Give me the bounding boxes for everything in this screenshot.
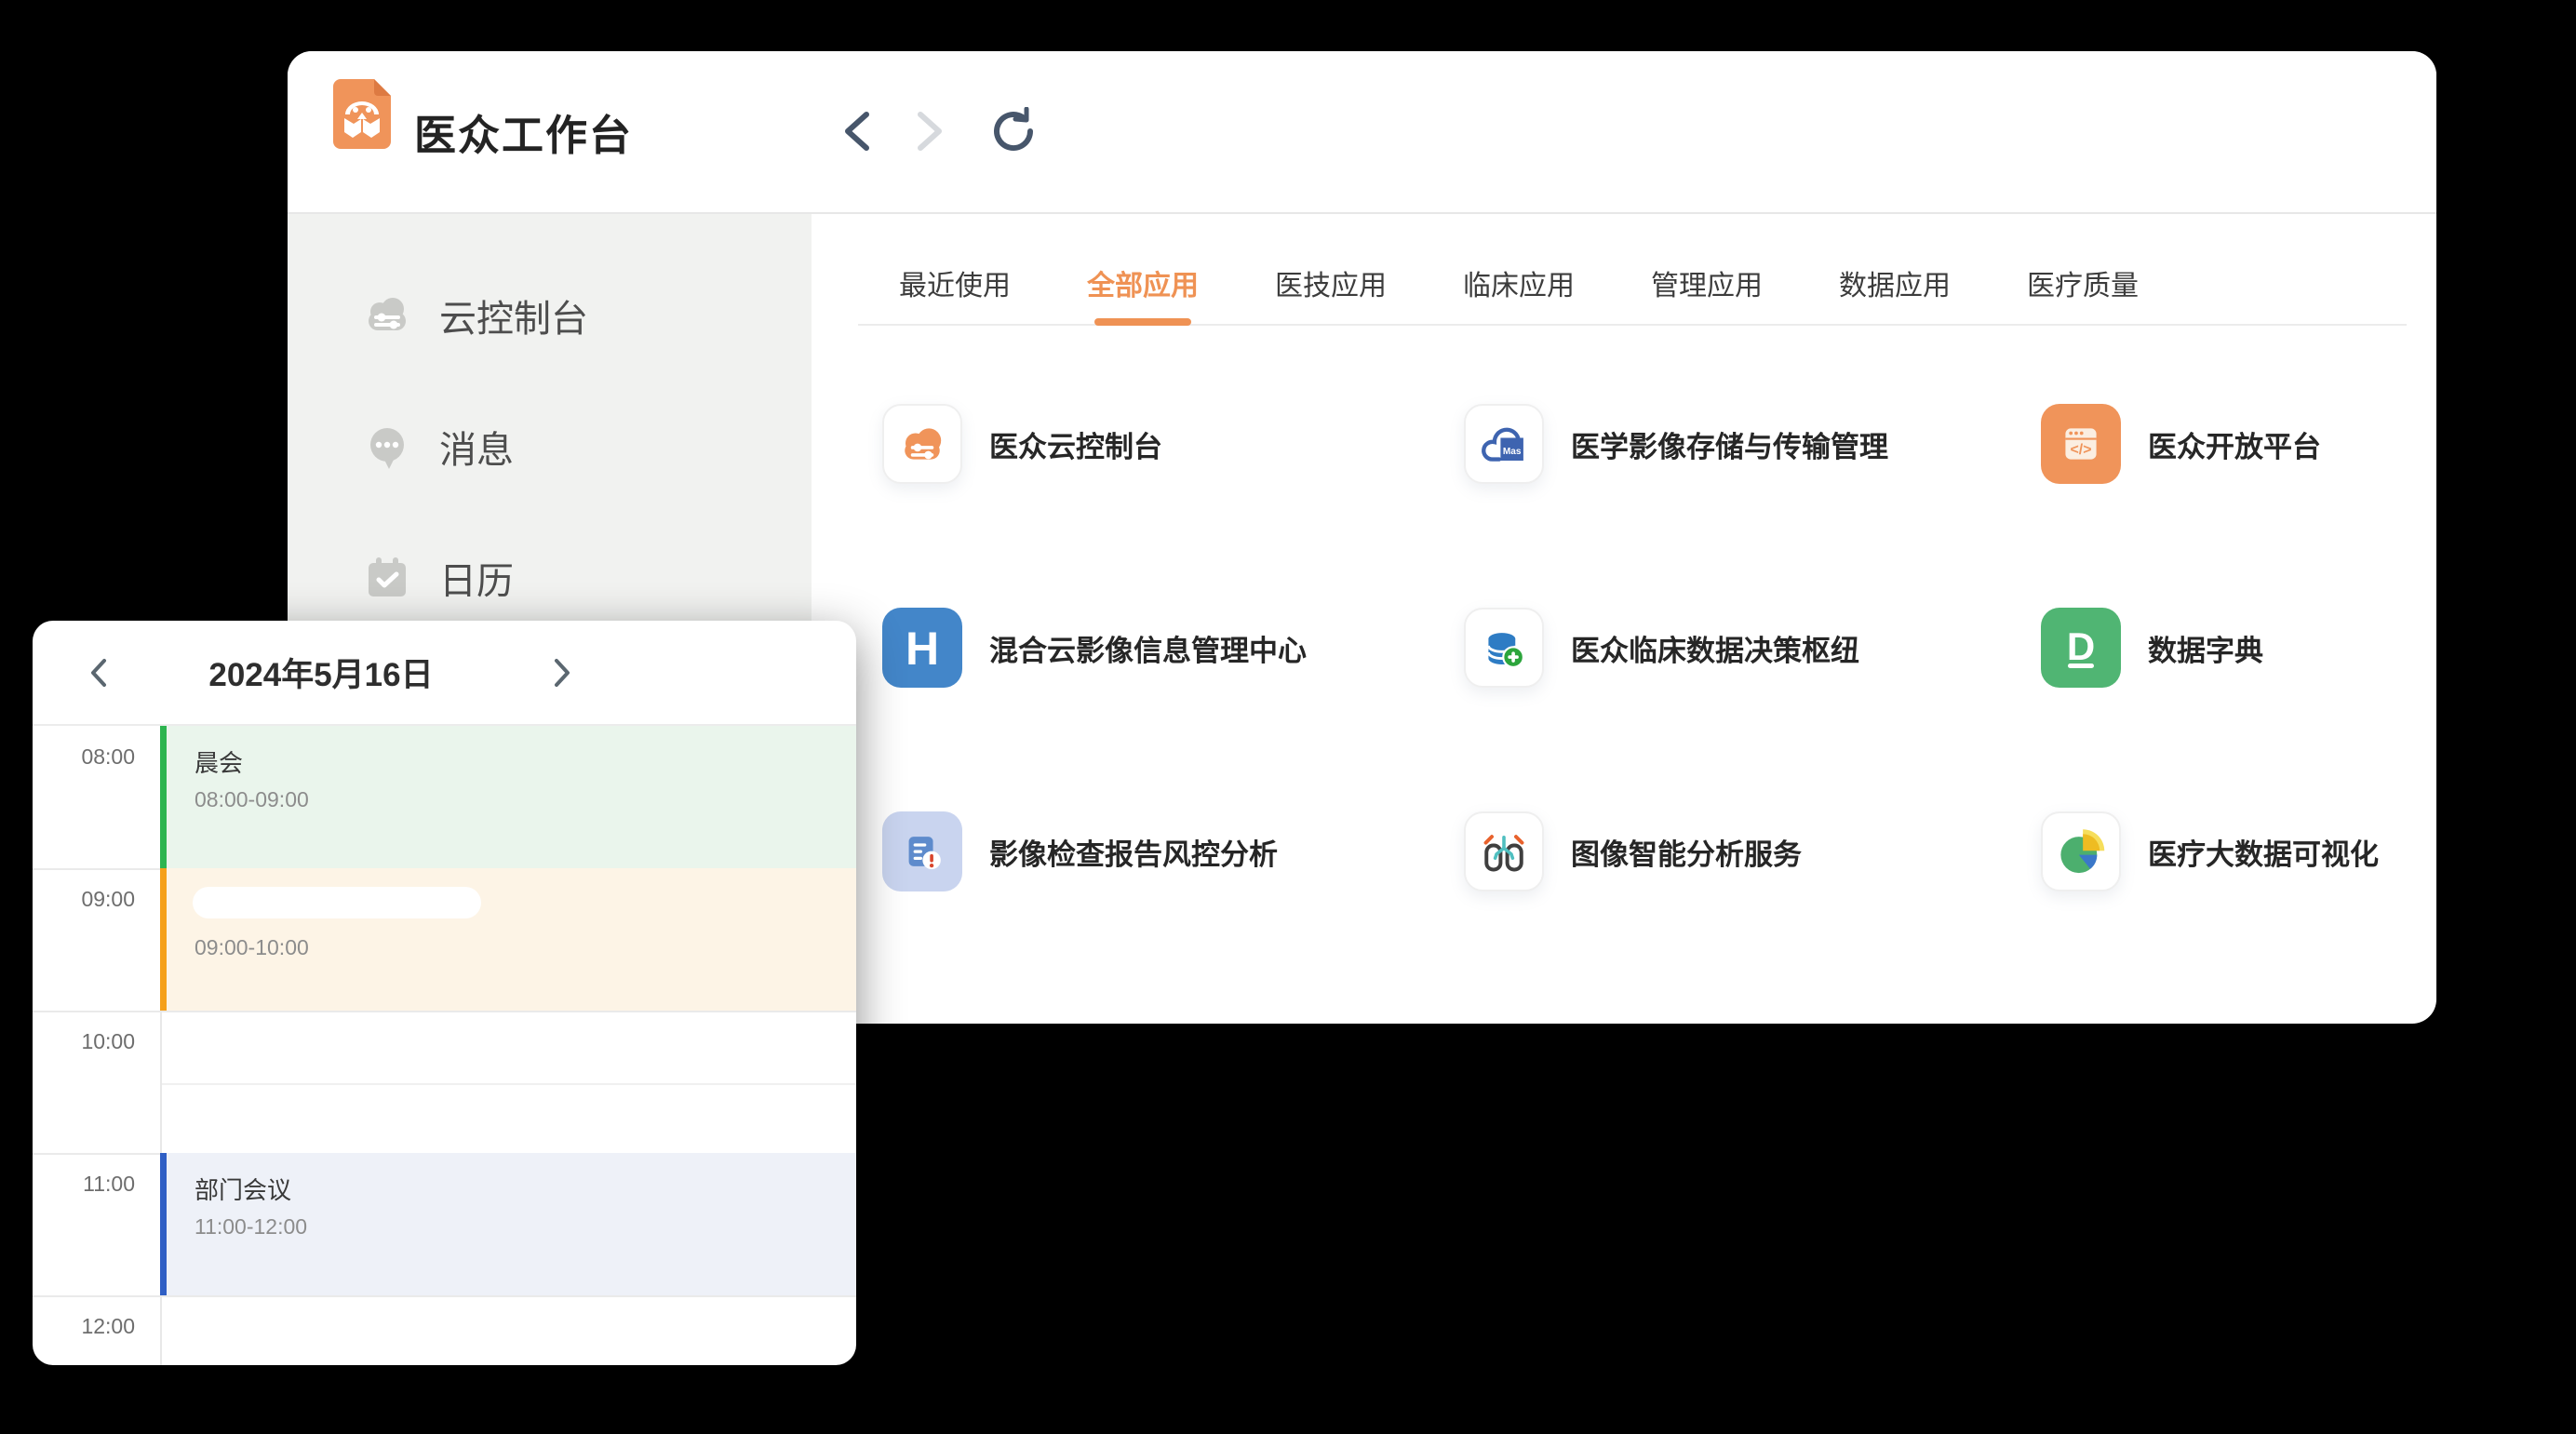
app-label: 混合云影像信息管理中心 (989, 627, 1307, 669)
app-grid: 医众云控制台 Mas 医学影像存储与传输管理 (882, 404, 2436, 891)
calendar-prev-day-button[interactable] (70, 621, 126, 724)
hour-row (33, 1295, 856, 1365)
sidebar-item-label: 云控制台 (439, 288, 588, 342)
svg-text:Mas: Mas (1503, 447, 1522, 457)
time-label: 10:00 (33, 1029, 135, 1054)
content-area: 最近使用 全部应用 医技应用 临床应用 管理应用 数据应用 医疗质量 (812, 214, 2436, 1024)
message-bubble-icon (361, 421, 413, 473)
calendar-check-icon (361, 552, 413, 604)
app-clinical-data-hub[interactable]: 医众临床数据决策枢纽 (1464, 608, 2041, 688)
tabs-divider (858, 324, 2407, 326)
event-masked[interactable]: 09:00-10:00 (160, 868, 856, 1011)
report-alert-icon (882, 811, 962, 891)
database-plus-icon (1464, 608, 1544, 688)
svg-text:D: D (2067, 624, 2095, 668)
app-logo-icon (333, 79, 391, 149)
event-title: 晨会 (195, 744, 856, 779)
svg-text:H: H (906, 623, 939, 675)
lungs-icon (1464, 811, 1544, 891)
app-title: 医众工作台 (414, 51, 633, 212)
tab-medtech-apps[interactable]: 医技应用 (1275, 262, 1387, 324)
letter-h-icon: H (882, 608, 962, 688)
calendar-next-day-button[interactable] (535, 621, 591, 724)
cloud-sliders-icon (882, 404, 962, 484)
sidebar-item-cloud-console[interactable]: 云控制台 (288, 249, 812, 381)
app-label: 医众云控制台 (989, 423, 1162, 465)
refresh-button[interactable] (987, 105, 1040, 157)
time-label: 08:00 (33, 744, 135, 770)
time-label: 11:00 (33, 1172, 135, 1197)
app-label: 医疗大数据可视化 (2148, 831, 2379, 873)
calendar-panel: 2024年5月16日 08:00 09:00 10:00 11:00 12:00… (33, 621, 856, 1365)
forward-button[interactable] (905, 105, 957, 157)
app-big-data-visualization[interactable]: 医疗大数据可视化 (2041, 811, 2436, 891)
sidebar-item-messages[interactable]: 消息 (288, 381, 812, 512)
title-bar: 医众工作台 (288, 51, 2436, 214)
app-hybrid-cloud-imaging[interactable]: H 混合云影像信息管理中心 (882, 608, 1464, 688)
tab-recently-used[interactable]: 最近使用 (899, 262, 1011, 324)
sidebar-item-label: 日历 (439, 551, 514, 605)
app-imaging-storage[interactable]: Mas 医学影像存储与传输管理 (1464, 404, 2041, 484)
tab-management-apps[interactable]: 管理应用 (1651, 262, 1763, 324)
app-cloud-console[interactable]: 医众云控制台 (882, 404, 1464, 484)
calendar-header: 2024年5月16日 (33, 621, 856, 726)
code-window-icon: </> (2041, 404, 2121, 484)
hour-row (33, 1011, 856, 1153)
back-button[interactable] (830, 105, 882, 157)
app-label: 医众临床数据决策枢纽 (1571, 627, 1859, 669)
calendar-day-view: 08:00 09:00 10:00 11:00 12:00 晨会 08:00-0… (33, 726, 856, 1365)
time-label: 12:00 (33, 1314, 135, 1339)
app-label: 图像智能分析服务 (1571, 831, 1802, 873)
tab-data-apps[interactable]: 数据应用 (1839, 262, 1951, 324)
svg-text:</>: </> (2071, 442, 2092, 458)
event-morning-meeting[interactable]: 晨会 08:00-09:00 (160, 726, 856, 868)
calendar-date: 2024年5月16日 (144, 621, 498, 724)
app-image-ai-analysis[interactable]: 图像智能分析服务 (1464, 811, 2041, 891)
cloud-settings-icon (361, 289, 413, 342)
tab-all-apps[interactable]: 全部应用 (1087, 262, 1199, 324)
masked-event-title (193, 887, 481, 918)
time-label: 09:00 (33, 887, 135, 912)
event-time: 11:00-12:00 (195, 1214, 856, 1240)
event-department-meeting[interactable]: 部门会议 11:00-12:00 (160, 1153, 856, 1295)
sidebar-item-label: 消息 (439, 420, 514, 474)
event-time: 08:00-09:00 (195, 787, 856, 812)
app-data-dictionary[interactable]: D 数据字典 (2041, 608, 2436, 688)
tab-medical-quality[interactable]: 医疗质量 (2027, 262, 2139, 324)
app-label: 医众开放平台 (2148, 423, 2321, 465)
tab-clinical-apps[interactable]: 临床应用 (1463, 262, 1575, 324)
app-label: 医学影像存储与传输管理 (1571, 423, 1888, 465)
pie-chart-icon (2041, 811, 2121, 891)
cloud-storage-icon: Mas (1464, 404, 1544, 484)
event-title: 部门会议 (195, 1172, 856, 1206)
app-report-risk-analysis[interactable]: 影像检查报告风控分析 (882, 811, 1464, 891)
app-label: 影像检查报告风控分析 (989, 831, 1278, 873)
dictionary-d-icon: D (2041, 608, 2121, 688)
app-open-platform[interactable]: </> 医众开放平台 (2041, 404, 2436, 484)
event-time: 09:00-10:00 (195, 935, 856, 960)
app-category-tabs: 最近使用 全部应用 医技应用 临床应用 管理应用 数据应用 医疗质量 (899, 262, 2436, 324)
app-label: 数据字典 (2148, 627, 2263, 669)
